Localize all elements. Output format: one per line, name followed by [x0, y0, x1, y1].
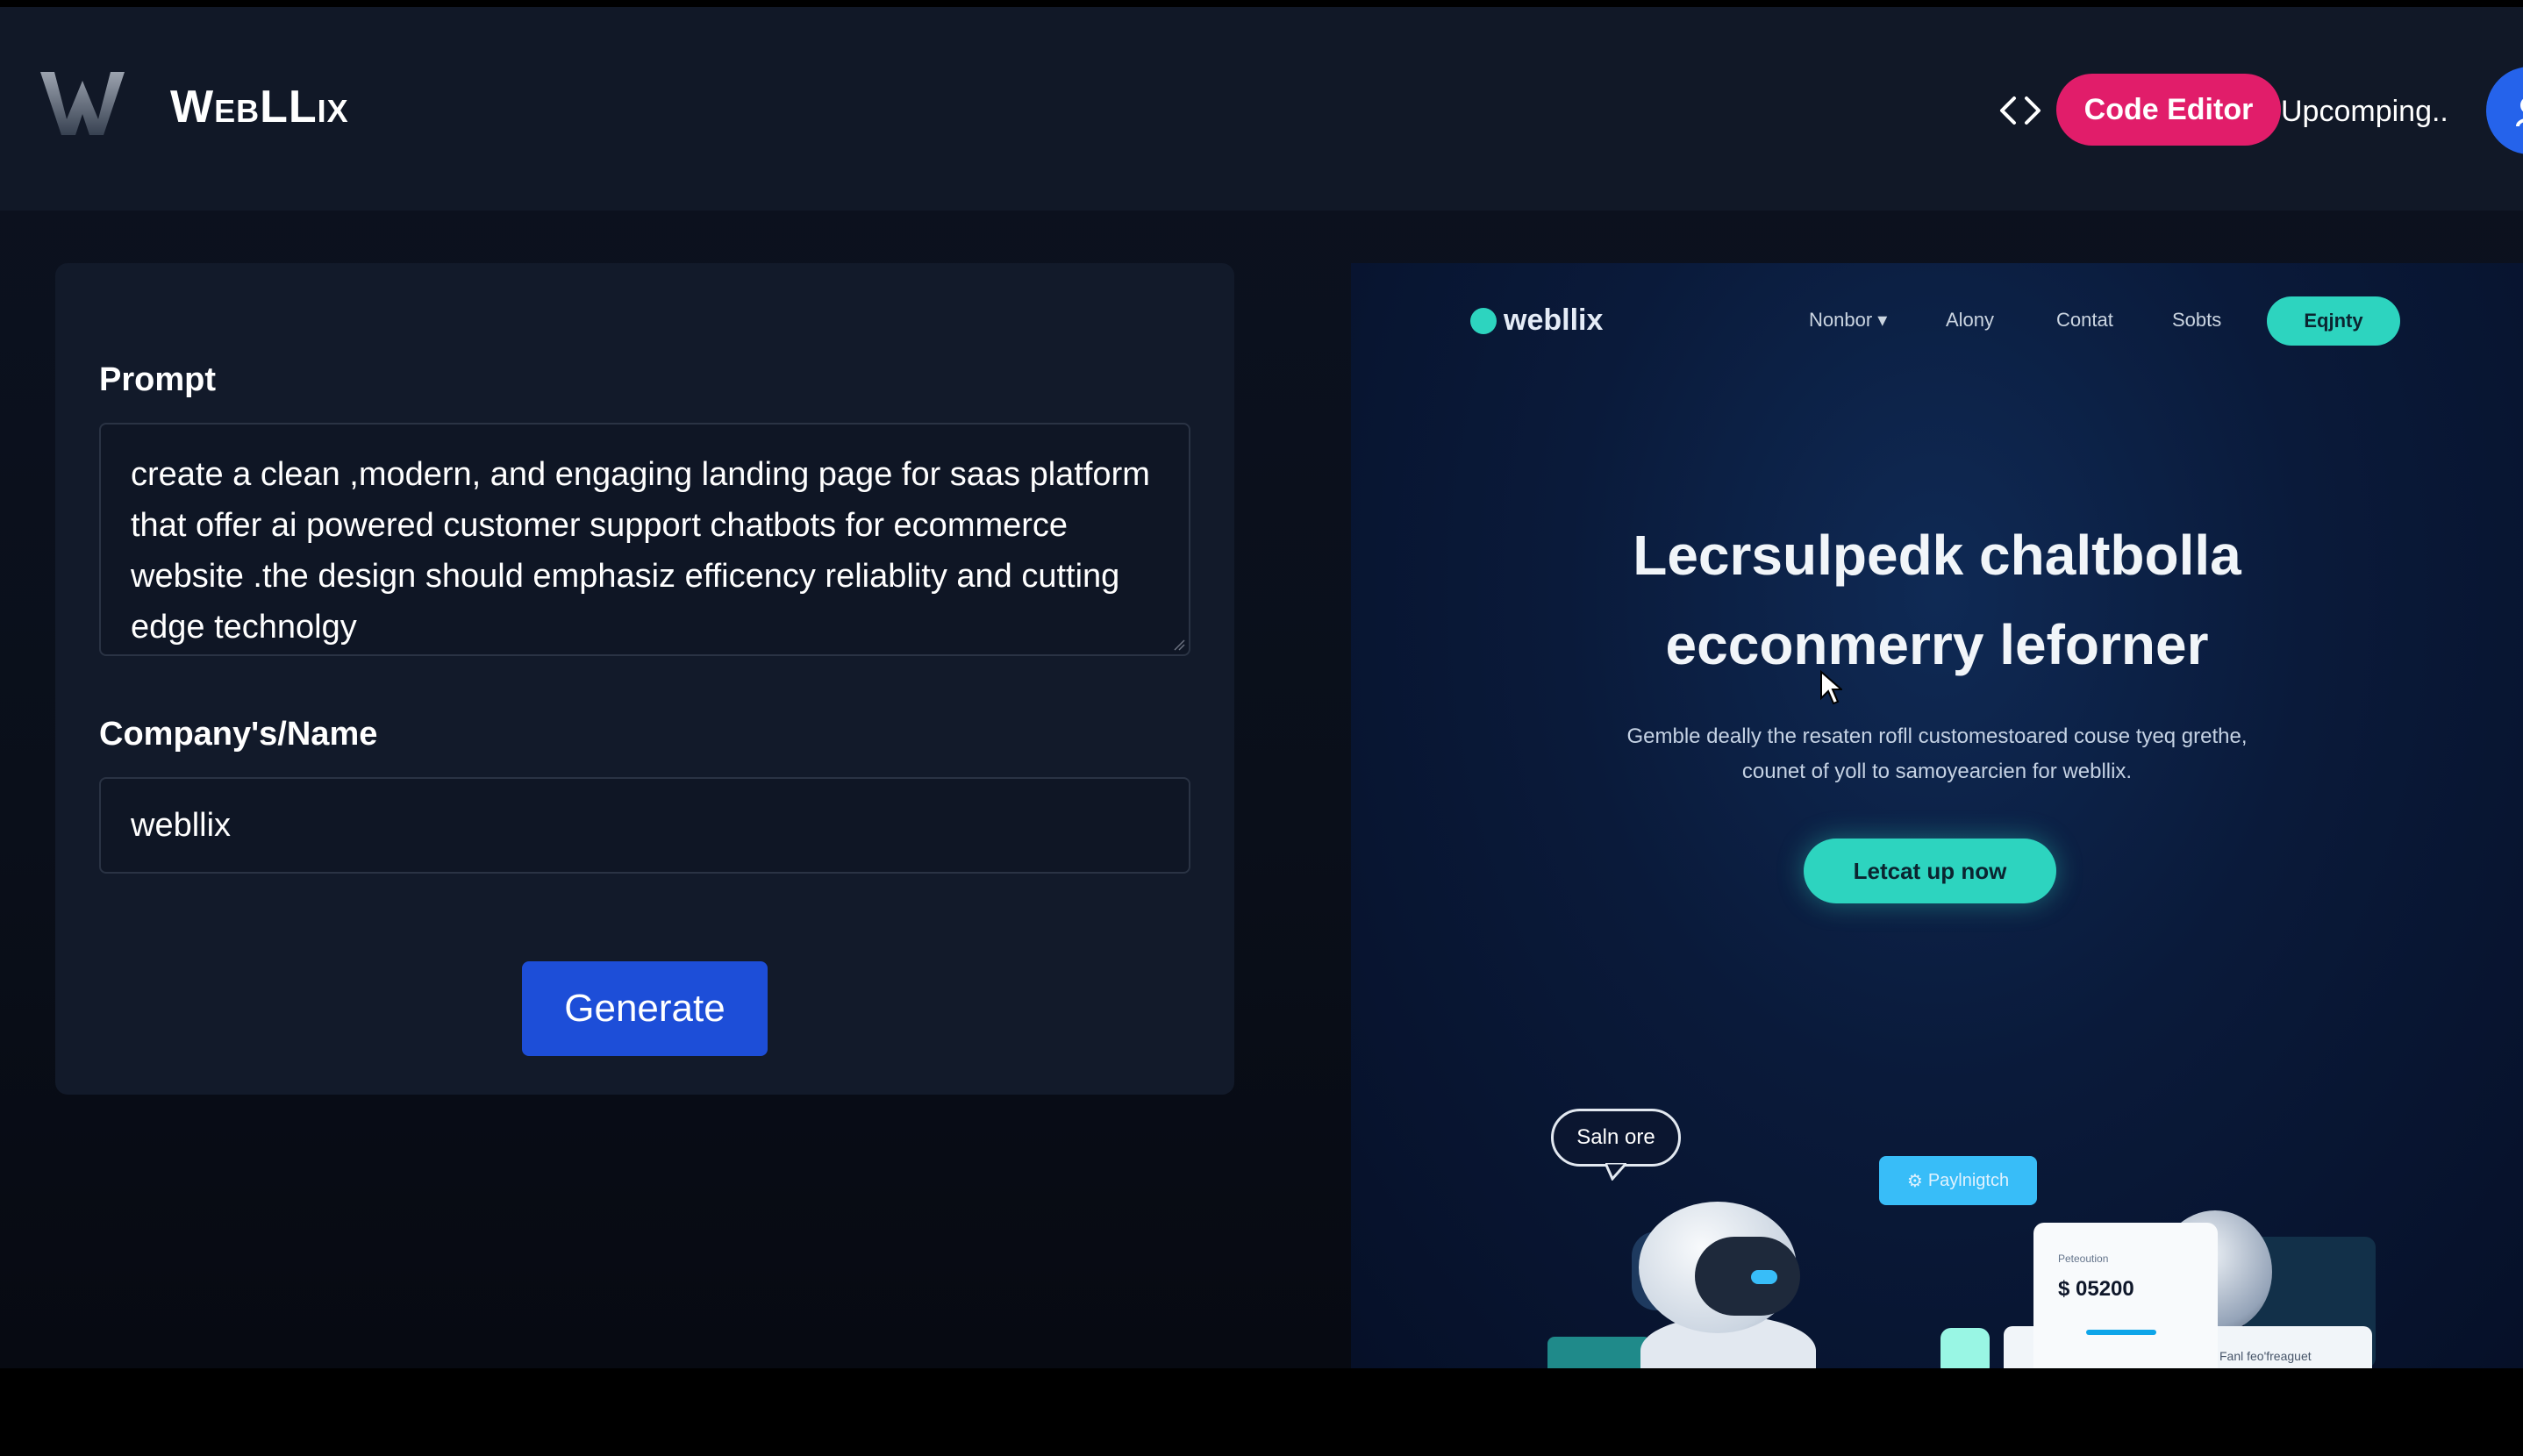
preview-nav-item: Alony — [1946, 309, 1995, 331]
preview-subtitle-line: counet of yoll to samoyearcien for webll… — [1741, 760, 2133, 783]
upcoming-link[interactable]: Upcomping.. — [2281, 95, 2448, 129]
preview-chip — [1940, 1328, 1990, 1368]
preview-title-line: ecconmerry leforner — [1665, 613, 2209, 676]
preview-subtitle-line: Gemble deally the resaten rofll customes… — [1626, 724, 2248, 748]
company-name-label: Company's/Name — [99, 716, 378, 753]
prompt-text: create a clean ,modern, and engaging lan… — [131, 456, 1150, 646]
bottom-band — [0, 1368, 2523, 1456]
money-card-bar — [2086, 1330, 2156, 1335]
prompt-label: Prompt — [99, 361, 216, 398]
preview-chat-bubble: Saln ore — [1551, 1109, 1681, 1167]
robot-eye — [1751, 1270, 1777, 1284]
preview-nav-item: Nonbor ▾ — [1809, 309, 1888, 331]
top-strip — [0, 0, 2523, 7]
preview-logo-icon — [1470, 307, 1497, 334]
top-header: WebLLix Code Editor Upcomping.. — [0, 7, 2523, 211]
preview-money-card: Peteoution $ 05200 — [2033, 1223, 2218, 1368]
code-editor-button[interactable]: Code Editor — [2056, 74, 2281, 146]
preview-nav-item: Sobts — [2172, 309, 2222, 331]
preview-nav-cta: Eqjnty — [2267, 296, 2400, 346]
money-card-amount: $ 05200 — [2058, 1277, 2134, 1301]
preview-illustration-card — [1547, 1337, 1651, 1368]
prompt-textarea[interactable]: create a clean ,modern, and engaging lan… — [99, 423, 1190, 656]
tag-icon: ⚙ — [1906, 1171, 1923, 1191]
user-icon — [2516, 98, 2523, 126]
preview-cta-button: Letcat up now — [1804, 839, 2056, 903]
avatar[interactable] — [2486, 67, 2523, 154]
robot-face — [1695, 1237, 1800, 1316]
preview-tag-text: Paylnigtch — [1927, 1170, 2010, 1190]
w-logo-icon[interactable] — [39, 68, 126, 139]
generator-form-card: Prompt create a clean ,modern, and engag… — [55, 263, 1234, 1095]
company-name-value: webllix — [131, 806, 232, 844]
code-brackets-icon[interactable] — [1998, 93, 2042, 128]
app-window: WebLLix Code Editor Upcomping.. Prompt c… — [0, 7, 2523, 1368]
preview-title-line: Lecrsulpedk chaltbolla — [1633, 524, 2241, 587]
preview-nav-item: Contat — [2056, 309, 2113, 331]
company-name-input[interactable]: webllix — [99, 777, 1190, 874]
preview-tag: ⚙ Paylnigtch — [1879, 1156, 2037, 1205]
money-card-label: Peteoution — [2058, 1253, 2109, 1265]
preview-logo-text: webllix — [1504, 303, 1604, 337]
mouse-cursor-icon — [1820, 670, 1842, 705]
generated-preview: webllix Nonbor ▾ Alony Contat Sobts Eqjn… — [1351, 263, 2523, 1368]
preview-logo: webllix — [1470, 303, 1603, 338]
brand-name: WebLLix — [170, 82, 349, 132]
bubble-tail — [1605, 1163, 1626, 1181]
preview-card-footer: Fanl feo'freaguet — [2219, 1349, 2312, 1363]
generate-button[interactable]: Generate — [522, 961, 768, 1056]
resize-grip-icon[interactable] — [1173, 639, 1185, 651]
